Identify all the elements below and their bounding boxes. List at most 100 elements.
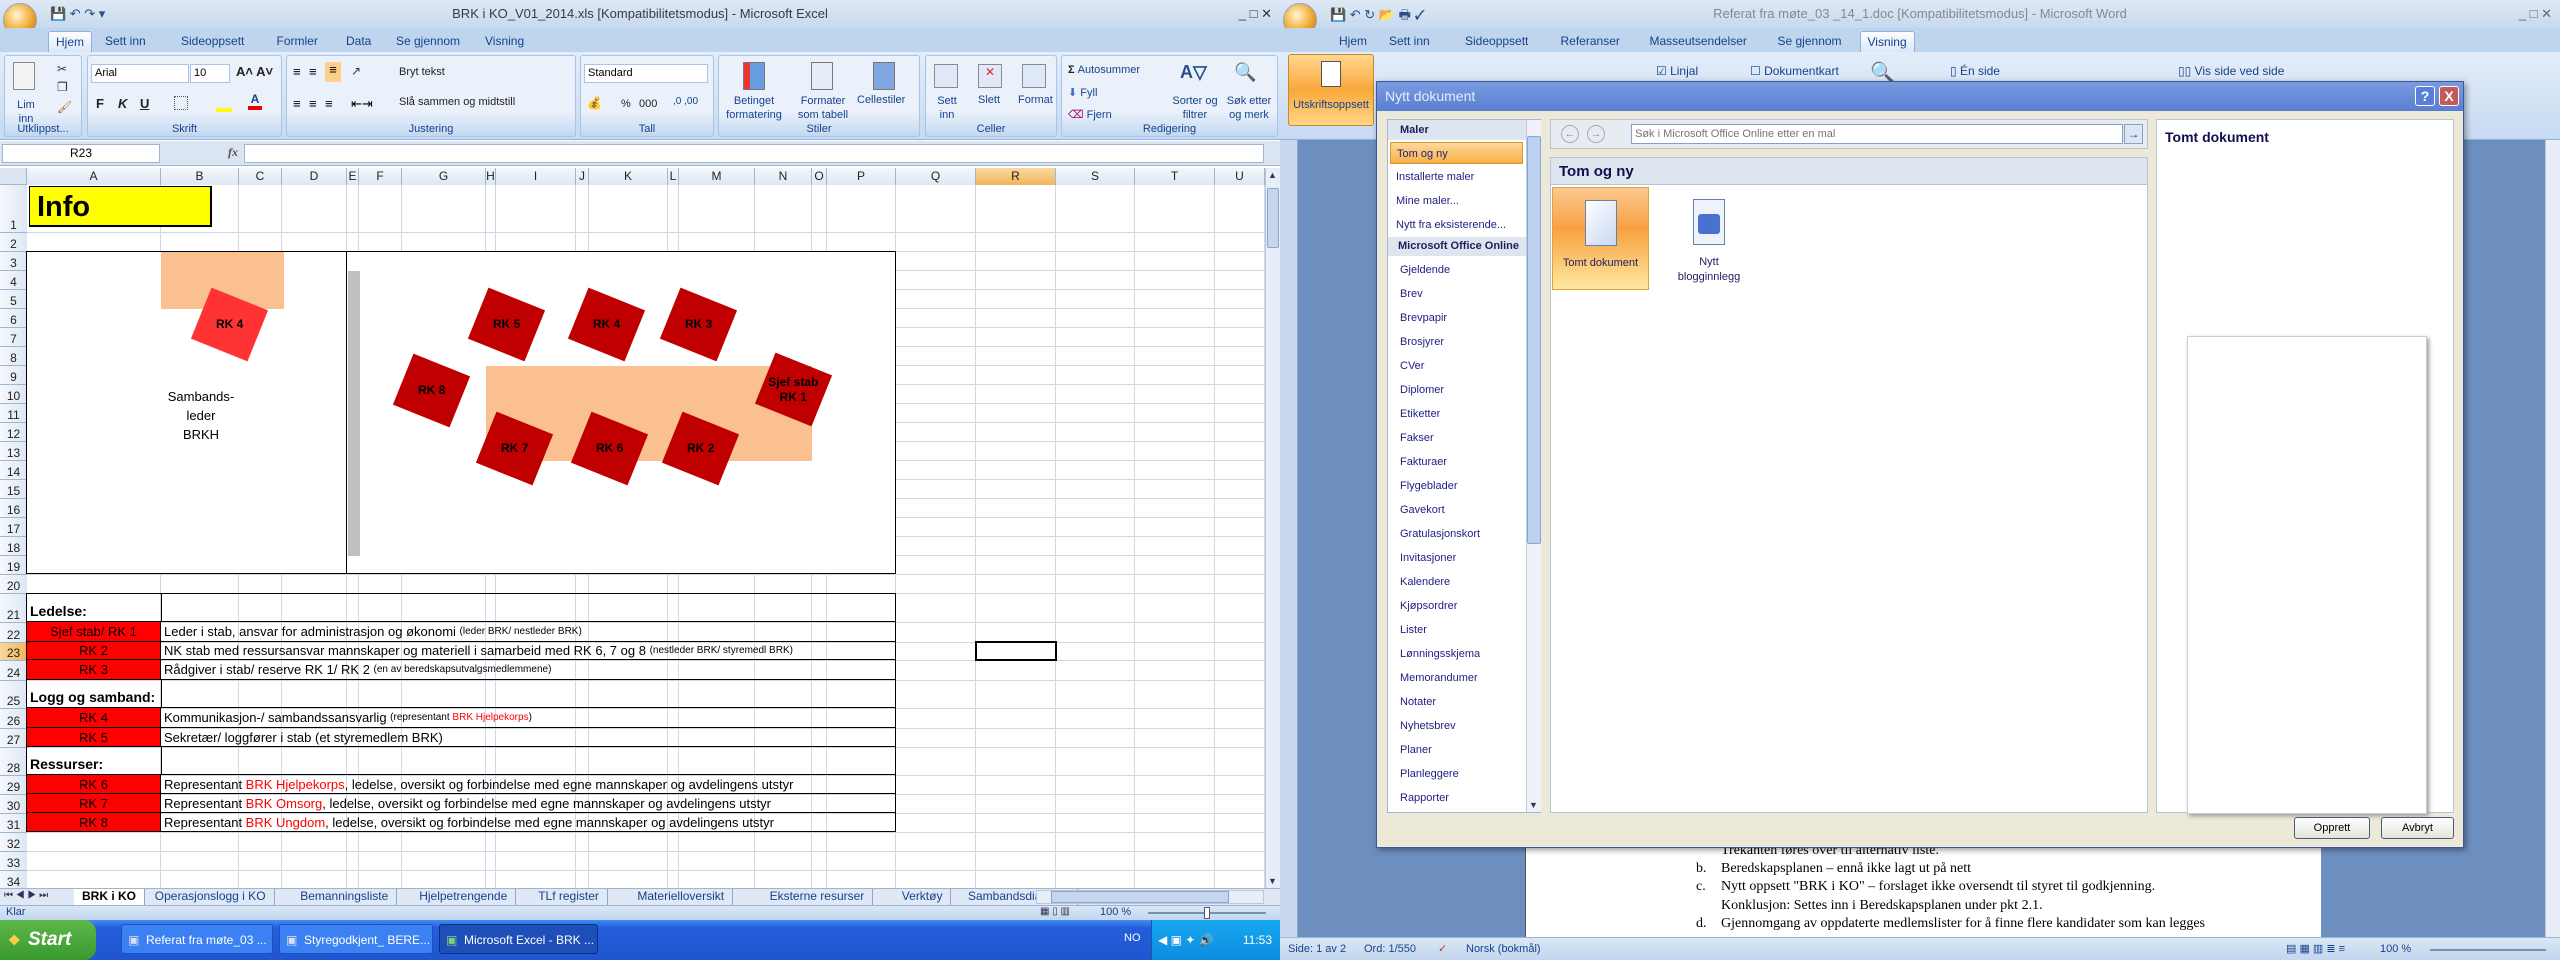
fx-button[interactable]: fx <box>228 145 238 160</box>
column-header-T[interactable]: T <box>1135 168 1215 185</box>
indent-icon[interactable]: ⇤⇥ <box>351 96 373 112</box>
view-buttons[interactable]: ▦ ▯ ▥ <box>1040 906 1070 917</box>
row-header-13[interactable]: 13 <box>0 442 27 461</box>
category-item[interactable]: Brevpapir <box>1394 307 1527 329</box>
template-search-input[interactable] <box>1631 124 2123 144</box>
category-item[interactable]: Memorandumer <box>1394 667 1527 689</box>
category-item[interactable]: Nyhetsbrev <box>1394 715 1527 737</box>
row-header-34[interactable]: 34 <box>0 871 27 888</box>
sheet-tab[interactable]: Verktøy <box>894 889 952 905</box>
align-right-icon[interactable]: ≡ <box>325 96 333 111</box>
role-description[interactable]: Representant BRK Ungdom, ledelse, oversi… <box>164 813 774 831</box>
tab-se-gjennom[interactable]: Se gjennom <box>389 31 467 52</box>
seat-rk-8[interactable]: RK 8 <box>392 353 471 428</box>
word-vertical-scrollbar[interactable] <box>2545 140 2560 937</box>
orientation-icon[interactable]: ↗ <box>351 64 361 78</box>
h-scroll-thumb[interactable] <box>1051 891 1229 903</box>
fill-color-icon[interactable] <box>216 94 232 112</box>
page-count[interactable]: Side: 1 av 2 <box>1288 938 1346 960</box>
taskbar-task[interactable]: ▣ Microsoft Excel - BRK ... <box>439 924 598 954</box>
row-header-6[interactable]: 6 <box>0 309 27 328</box>
row-header-26[interactable]: 26 <box>0 709 27 729</box>
row-header-28[interactable]: 28 <box>0 748 27 776</box>
row-header-10[interactable]: 10 <box>0 385 27 404</box>
row-header-14[interactable]: 14 <box>0 461 27 480</box>
sheet-tab[interactable]: Hjelpetrengende <box>411 889 517 905</box>
sheet-tab[interactable]: Materielloversikt <box>629 889 734 905</box>
category-item[interactable]: Gavekort <box>1394 499 1527 521</box>
tile-new-blog-post[interactable]: Nytt blogginnlegg <box>1659 187 1759 290</box>
row-header-12[interactable]: 12 <box>0 423 27 442</box>
role-cell[interactable]: RK 8 <box>27 813 161 831</box>
italic-button[interactable]: K <box>118 96 127 111</box>
formula-input[interactable] <box>244 144 1264 163</box>
row-header-4[interactable]: 4 <box>0 271 27 290</box>
language[interactable]: Norsk (bokmål) <box>1466 938 1541 960</box>
cut-icon[interactable]: ✂ <box>57 62 67 76</box>
autosum-button[interactable]: Σ Autosummer <box>1068 64 1140 76</box>
category-item[interactable]: Installerte maler <box>1390 166 1523 188</box>
view-buttons[interactable]: ▤ ▦ ▥ ≣ ≡ <box>2286 938 2345 960</box>
role-description[interactable]: Representant BRK Hjelpekorps, ledelse, o… <box>164 775 793 793</box>
row-header-17[interactable]: 17 <box>0 518 27 537</box>
zoom-level[interactable]: 100 % <box>1100 906 1131 918</box>
role-description[interactable]: Sekretær/ loggfører i stab (et styremedl… <box>164 728 443 746</box>
role-description[interactable]: Representant BRK Omsorg, ledelse, oversi… <box>164 794 771 812</box>
category-item[interactable]: Lønningsskjema <box>1394 643 1527 665</box>
horizontal-scrollbar[interactable] <box>1036 890 1264 904</box>
row-header-18[interactable]: 18 <box>0 537 27 556</box>
start-button[interactable]: ❖ Start <box>0 920 96 960</box>
row-header-19[interactable]: 19 <box>0 556 27 575</box>
row-header-30[interactable]: 30 <box>0 795 27 814</box>
tab-sideoppsett[interactable]: Sideoppsett <box>1458 31 1535 52</box>
scroll-down-icon[interactable]: ▼ <box>1529 800 1538 810</box>
row-header-15[interactable]: 15 <box>0 480 27 499</box>
percent-button[interactable]: % <box>621 98 631 110</box>
category-item[interactable]: Brosjyrer <box>1394 331 1527 353</box>
align-bottom-icon[interactable]: ≡ <box>325 62 341 82</box>
column-header-K[interactable]: K <box>589 168 668 185</box>
row-header-1[interactable]: 1 <box>0 185 27 233</box>
column-header-U[interactable]: U <box>1215 168 1265 185</box>
row-header-25[interactable]: 25 <box>0 681 27 709</box>
row-header-22[interactable]: 22 <box>0 623 27 643</box>
row-header-9[interactable]: 9 <box>0 366 27 385</box>
column-header-L[interactable]: L <box>668 168 679 185</box>
row-header-27[interactable]: 27 <box>0 729 27 748</box>
format-as-table-button[interactable]: Formater som tabell <box>793 94 853 122</box>
role-cell[interactable]: RK 2 <box>27 642 161 659</box>
section-header[interactable]: Ressurser: <box>27 747 161 774</box>
category-item[interactable]: Gjeldende <box>1394 259 1527 281</box>
category-item[interactable]: Fakser <box>1394 427 1527 449</box>
row-header-31[interactable]: 31 <box>0 814 27 833</box>
category-item[interactable]: Rapporter <box>1394 787 1527 809</box>
proofing-icon[interactable]: ✓ <box>1438 938 1447 960</box>
section-header[interactable]: Logg og samband: <box>27 680 161 707</box>
copy-icon[interactable]: ❐ <box>57 80 68 94</box>
create-button[interactable]: Opprett <box>2294 817 2370 839</box>
scroll-down-icon[interactable]: ▼ <box>1268 876 1277 886</box>
category-item[interactable]: Brev <box>1394 283 1527 305</box>
thousands-button[interactable]: 000 <box>639 98 657 110</box>
role-cell[interactable]: Sjef stab/ RK 1 <box>27 622 161 641</box>
font-size-select[interactable]: 10 <box>190 64 230 83</box>
conditional-format-button[interactable]: Betinget formatering <box>721 94 787 122</box>
column-header-G[interactable]: G <box>402 168 486 185</box>
delete-cells-button[interactable]: Slett <box>978 94 1000 106</box>
tab-sideoppsett[interactable]: Sideoppsett <box>174 31 251 52</box>
category-item[interactable]: Notater <box>1394 691 1527 713</box>
print-layout-button[interactable]: Utskriftsoppsett <box>1288 54 1374 126</box>
column-header-A[interactable]: A <box>27 168 161 185</box>
font-name-select[interactable]: Arial <box>91 64 189 83</box>
underline-button[interactable]: U <box>140 96 149 111</box>
cancel-button[interactable]: Avbryt <box>2381 817 2454 839</box>
clear-button[interactable]: ⌫ Fjern <box>1068 108 1112 121</box>
row-header-32[interactable]: 32 <box>0 833 27 852</box>
category-scrollbar[interactable]: ▼ <box>1526 120 1541 812</box>
category-item[interactable]: CVer <box>1394 355 1527 377</box>
forward-button[interactable]: → <box>1587 125 1605 143</box>
category-item[interactable]: Mine maler... <box>1390 190 1523 212</box>
role-cell[interactable]: RK 3 <box>27 660 161 679</box>
row-header-33[interactable]: 33 <box>0 852 27 871</box>
column-header-B[interactable]: B <box>161 168 239 185</box>
